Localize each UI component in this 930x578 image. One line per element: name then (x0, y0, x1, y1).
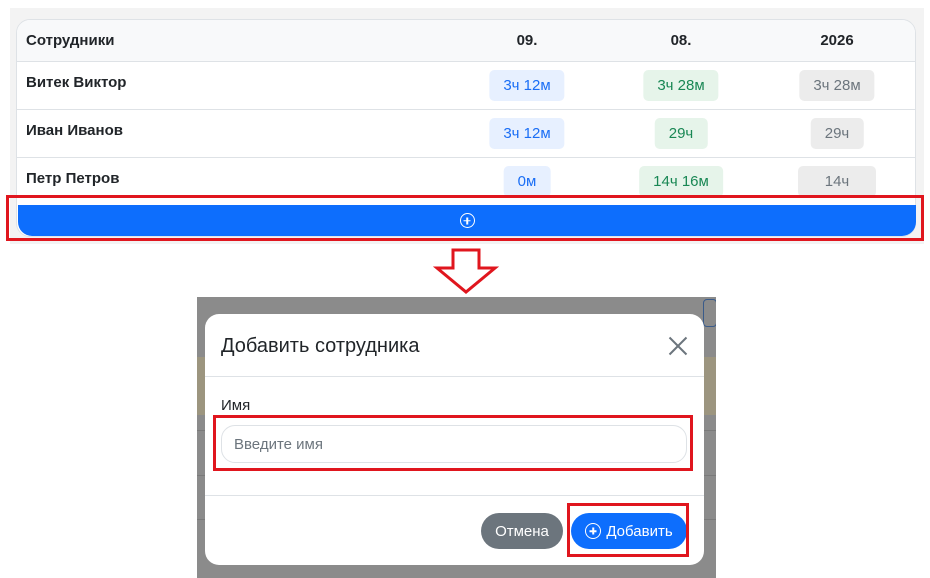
header-col-2: 08. (670, 32, 692, 49)
modal-title: Добавить сотрудника (221, 335, 420, 357)
name-field-label: Имя (221, 397, 251, 414)
time-badge-green: 3ч 28м (643, 70, 719, 101)
add-employee-modal: Добавить сотрудника Имя Отмена Добавить (205, 314, 704, 565)
table-row[interactable]: Витек Виктор 3ч 12м 3ч 28м 3ч 28м (17, 62, 915, 110)
plus-circle-icon (459, 213, 475, 228)
add-employee-button[interactable] (18, 205, 916, 236)
time-badge-gray: 14ч 16м (798, 166, 876, 221)
table-row[interactable]: Иван Иванов 3ч 12м 29ч 29ч (17, 110, 915, 158)
close-icon[interactable] (668, 336, 688, 356)
modal-header-divider (205, 376, 704, 377)
employee-name: Витек Виктор (26, 74, 127, 91)
header-col-3: 2026 (820, 32, 854, 49)
table-row[interactable]: Петр Петров 0м 14ч 16м 14ч 16м (17, 158, 915, 221)
time-badge-green: 14ч 16м (639, 166, 723, 197)
arrow-down-icon (433, 248, 499, 294)
add-button[interactable]: Добавить (571, 513, 687, 549)
table-header-row: Сотрудники 09. 08. 2026 (17, 20, 915, 62)
background-element (703, 299, 716, 327)
plus-circle-icon (585, 523, 602, 539)
add-button-label: Добавить (606, 522, 673, 540)
header-employees: Сотрудники (26, 32, 115, 49)
cancel-button[interactable]: Отмена (481, 513, 563, 549)
time-badge-gray: 29ч (810, 118, 864, 149)
employee-name: Иван Иванов (26, 122, 123, 139)
employee-name: Петр Петров (26, 170, 120, 187)
time-badge-blue: 3ч 12м (489, 70, 565, 101)
time-badge-blue: 3ч 12м (489, 118, 565, 149)
modal-footer-divider (205, 495, 704, 496)
time-badge-green: 29ч (654, 118, 708, 149)
header-col-1: 09. (516, 32, 538, 49)
name-input[interactable] (221, 425, 687, 463)
time-badge-gray: 3ч 28м (799, 70, 875, 101)
time-badge-blue: 0м (503, 166, 551, 197)
